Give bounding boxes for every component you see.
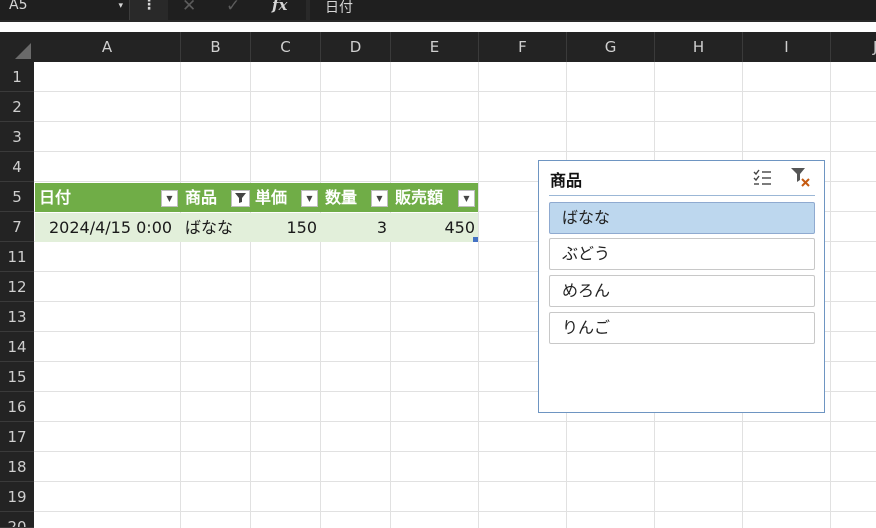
- column-header-h[interactable]: H: [655, 32, 743, 62]
- table-header-unit-price[interactable]: 単価: [255, 183, 287, 212]
- row-header-14[interactable]: 14: [0, 332, 34, 362]
- formula-content: 日付: [325, 0, 353, 16]
- slicer-item-grape[interactable]: ぶどう: [549, 238, 815, 270]
- multi-select-icon[interactable]: [751, 166, 773, 188]
- formula-buttons: ✕ ✓ fx: [168, 0, 306, 20]
- filter-dropdown-icon[interactable]: ▼: [161, 190, 178, 207]
- row-header-18[interactable]: 18: [0, 452, 34, 482]
- cell-product[interactable]: ばなな: [185, 213, 233, 242]
- cell-date[interactable]: 2024/4/15 0:00: [49, 213, 172, 242]
- table-row: 2024/4/15 0:00 ばなな 150 3 450: [35, 213, 478, 242]
- name-box-value: A5: [9, 0, 28, 13]
- cell-sales[interactable]: 450: [395, 213, 475, 242]
- row-header-1[interactable]: 1: [0, 62, 34, 92]
- slicer-item-melon[interactable]: めろん: [549, 275, 815, 307]
- row-header-12[interactable]: 12: [0, 272, 34, 302]
- filter-dropdown-icon[interactable]: ▼: [301, 190, 318, 207]
- filter-dropdown-icon[interactable]: ▼: [458, 190, 475, 207]
- table-header-quantity[interactable]: 数量: [325, 183, 357, 212]
- cell-quantity[interactable]: 3: [325, 213, 387, 242]
- cancel-icon[interactable]: ✕: [182, 0, 196, 16]
- row-header-19[interactable]: 19: [0, 482, 34, 512]
- column-header-d[interactable]: D: [321, 32, 391, 62]
- column-header-e[interactable]: E: [391, 32, 479, 62]
- column-header-c[interactable]: C: [251, 32, 321, 62]
- row-header-11[interactable]: 11: [0, 242, 34, 272]
- cell-unit-price[interactable]: 150: [255, 213, 317, 242]
- select-all-button[interactable]: [0, 32, 34, 62]
- row-header-5[interactable]: 5: [0, 182, 34, 212]
- more-options-icon[interactable]: ⋮: [142, 0, 156, 13]
- formula-input[interactable]: 日付: [310, 0, 876, 20]
- slicer-item-apple[interactable]: りんご: [549, 312, 815, 344]
- table-header-row: 日付 ▼ 商品 単価 ▼ 数量 ▼ 販売額 ▼: [35, 183, 478, 212]
- column-header-a[interactable]: A: [34, 32, 181, 62]
- table-header-date[interactable]: 日付: [39, 183, 71, 212]
- slicer-divider: [549, 195, 815, 196]
- column-header-g[interactable]: G: [567, 32, 655, 62]
- enter-icon[interactable]: ✓: [226, 0, 240, 16]
- row-header-16[interactable]: 16: [0, 392, 34, 422]
- filter-applied-icon[interactable]: [231, 190, 250, 207]
- column-header-j[interactable]: J: [831, 32, 876, 62]
- column-header-row: A B C D E F G H I J: [0, 32, 876, 62]
- filter-dropdown-icon[interactable]: ▼: [371, 190, 388, 207]
- row-header-7[interactable]: 7: [0, 212, 34, 242]
- row-header-4[interactable]: 4: [0, 152, 34, 182]
- table-resize-handle[interactable]: [473, 237, 478, 242]
- row-header-2[interactable]: 2: [0, 92, 34, 122]
- clear-filter-icon[interactable]: [789, 165, 813, 189]
- insert-function-icon[interactable]: fx: [272, 0, 287, 14]
- chevron-down-icon[interactable]: ▾: [118, 0, 123, 13]
- slicer-panel[interactable]: 商品 ばなな ぶどう めろん りんご: [538, 160, 825, 413]
- column-header-i[interactable]: I: [743, 32, 831, 62]
- table-header-sales[interactable]: 販売額: [395, 183, 443, 212]
- slicer-title: 商品: [550, 171, 583, 190]
- row-header-13[interactable]: 13: [0, 302, 34, 332]
- row-header-17[interactable]: 17: [0, 422, 34, 452]
- column-header-b[interactable]: B: [181, 32, 251, 62]
- formula-bar: A5 ▾ ⋮ ✕ ✓ fx 日付: [0, 0, 876, 22]
- row-header-15[interactable]: 15: [0, 362, 34, 392]
- slicer-item-banana[interactable]: ばなな: [549, 202, 815, 234]
- column-header-f[interactable]: F: [479, 32, 567, 62]
- table-header-product[interactable]: 商品: [185, 183, 217, 212]
- row-header-20[interactable]: 20: [0, 512, 34, 528]
- name-box[interactable]: A5 ▾: [0, 0, 130, 20]
- row-header-3[interactable]: 3: [0, 122, 34, 152]
